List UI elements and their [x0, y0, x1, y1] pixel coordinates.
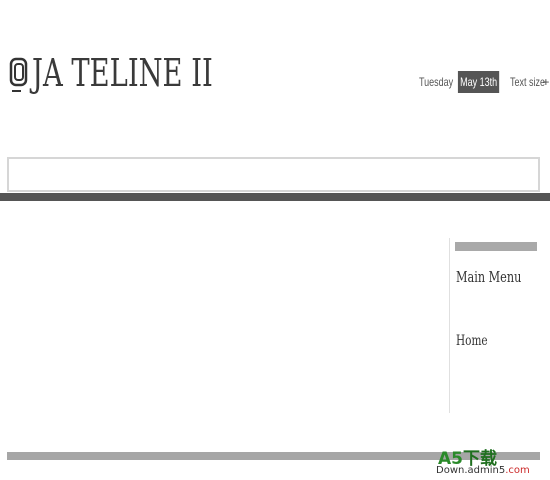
- logo-text: JA TELINE II: [32, 51, 213, 95]
- watermark-domain-prefix: Down.admin5: [436, 465, 506, 476]
- main-nav-bar: [0, 193, 550, 201]
- page-header: JA TELINE II Tuesday May 13th Text size …: [0, 0, 550, 150]
- site-logo[interactable]: JA TELINE II: [8, 48, 283, 98]
- sidebar-title: Main Menu: [456, 268, 522, 286]
- sidebar-item-home[interactable]: Home: [456, 333, 488, 349]
- rounded-square-logo-icon: [8, 48, 30, 98]
- watermark: A5下载 Down.admin5.com: [436, 444, 548, 478]
- header-toolbar: Tuesday May 13th Text size + x -: [419, 70, 550, 94]
- watermark-domain: Down.admin5.com: [436, 465, 530, 476]
- right-sidebar: Main Menu Home: [449, 238, 544, 413]
- watermark-domain-suffix: .com: [505, 465, 530, 476]
- current-date-badge: May 13th: [457, 71, 500, 93]
- top-module-box: [7, 157, 540, 192]
- current-day: Tuesday: [419, 75, 454, 89]
- sidebar-header-bar: [455, 242, 537, 251]
- text-size-label: Text size: [510, 75, 546, 89]
